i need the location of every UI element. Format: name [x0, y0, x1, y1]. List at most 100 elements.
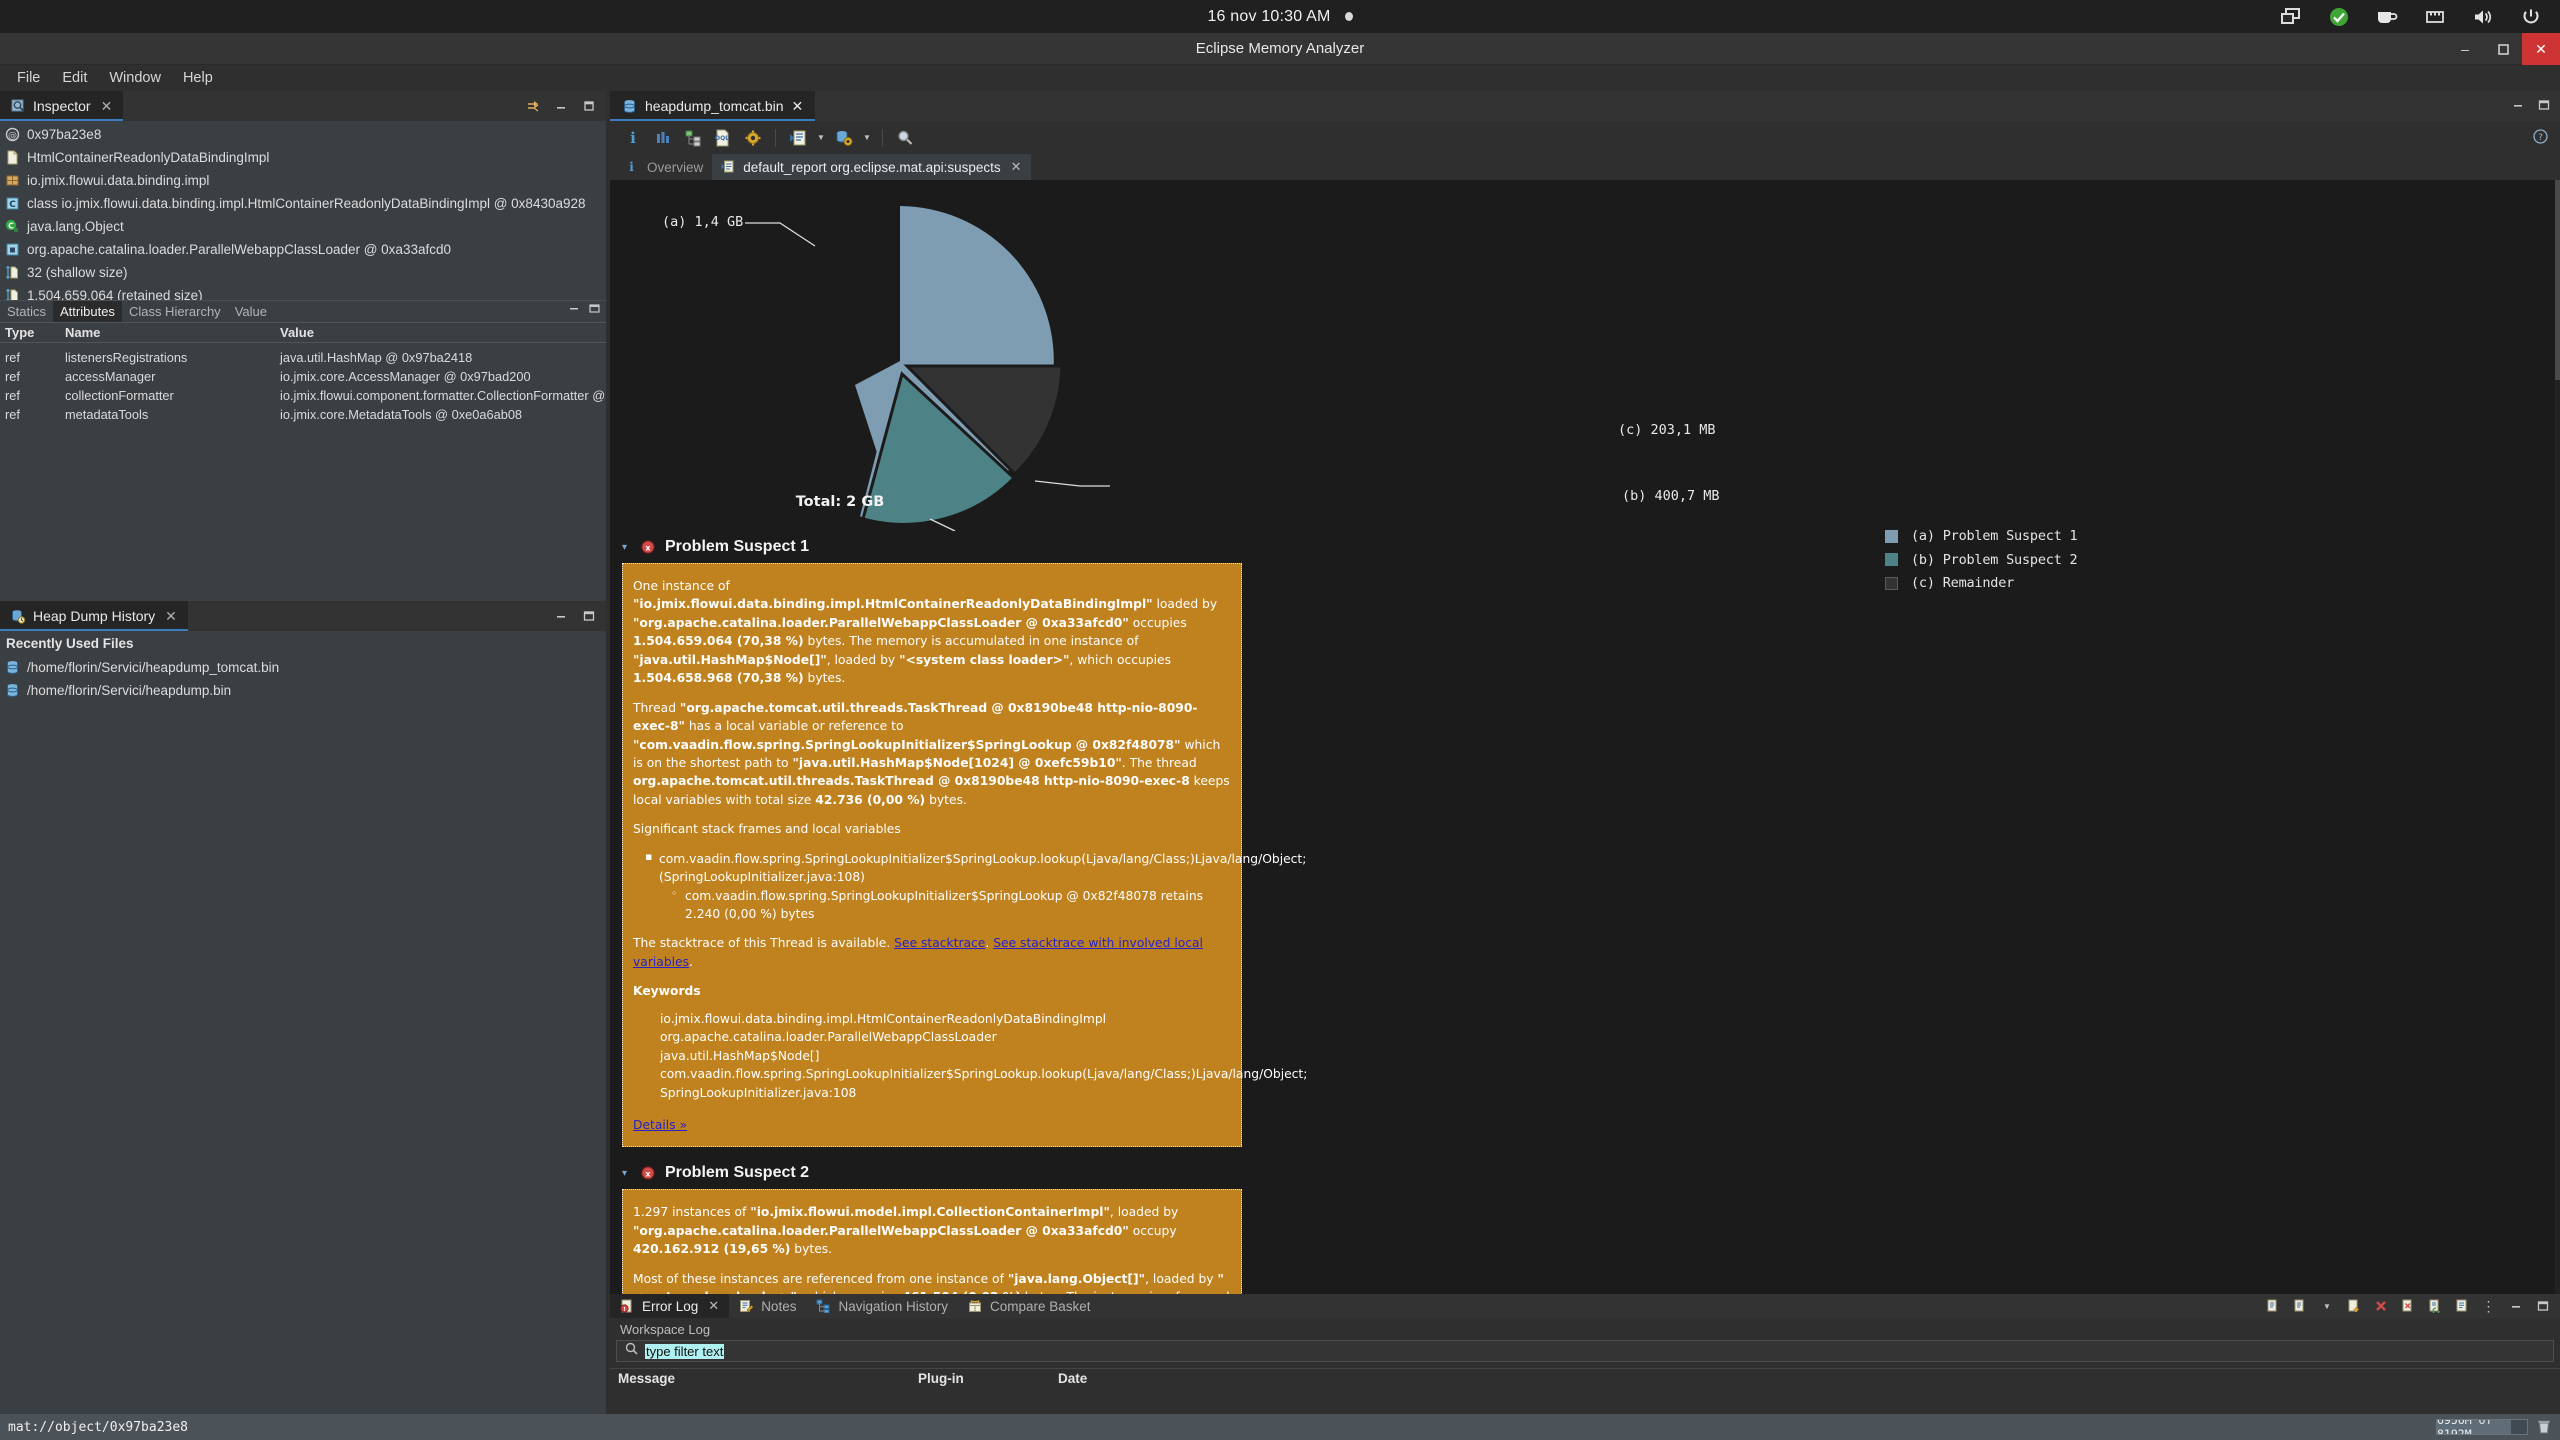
minimize-view-icon[interactable]	[569, 304, 580, 316]
table-row[interactable]: ref collectionFormatter io.jmix.flowui.c…	[0, 386, 606, 405]
new-icon[interactable]	[2346, 1298, 2362, 1314]
volume-icon[interactable]	[2472, 6, 2494, 28]
close-icon[interactable]: ✕	[708, 1298, 719, 1314]
list-item[interactable]: HtmlContainerReadonlyDataBindingImpl	[0, 146, 606, 169]
minimize-view-icon[interactable]	[2512, 99, 2524, 113]
link-editor-icon[interactable]	[525, 99, 540, 114]
tab-attributes[interactable]: Attributes	[53, 301, 122, 322]
list-item[interactable]: /home/florin/Servici/heapdump_tomcat.bin	[0, 656, 606, 679]
list-item-label: org.apache.catalina.loader.ParallelWebap…	[27, 242, 451, 257]
tab-default-report[interactable]: default_report org.eclipse.mat.api:suspe…	[712, 154, 1031, 180]
maximize-view-icon[interactable]	[581, 99, 596, 114]
display-icon[interactable]	[2280, 6, 2302, 28]
attributes-table[interactable]: Type Name Value ref listenersRegistratio…	[0, 322, 606, 424]
minimize-view-icon[interactable]	[2508, 1298, 2524, 1314]
clear-icon[interactable]	[2400, 1298, 2416, 1314]
menu-help[interactable]: Help	[172, 67, 224, 89]
inspector-tree[interactable]: @ 0x97ba23e8 HtmlContainerReadonlyDataBi…	[0, 121, 606, 300]
heap-dump-history-body[interactable]: Recently Used Files /home/florin/Servici…	[0, 631, 606, 1414]
close-button[interactable]: ✕	[2522, 33, 2560, 65]
properties-icon[interactable]	[2454, 1298, 2470, 1314]
list-item[interactable]: /home/florin/Servici/heapdump.bin	[0, 679, 606, 702]
tab-notes[interactable]: Notes	[729, 1294, 806, 1318]
os-clock[interactable]: 16 nov 10:30 AM	[0, 8, 2560, 26]
error-badge-icon: x	[641, 1166, 656, 1181]
table-row[interactable]: ref accessManager io.jmix.core.AccessMan…	[0, 367, 606, 386]
tab-navigation-history[interactable]: Navigation History	[806, 1294, 958, 1318]
export-icon[interactable]	[2265, 1298, 2281, 1314]
power-icon[interactable]	[2520, 6, 2542, 28]
list-item[interactable]: 32 (shallow size)	[0, 261, 606, 284]
collapse-arrow-icon[interactable]: ▾	[622, 542, 632, 553]
dropdown-arrow-icon-2[interactable]: ▼	[859, 125, 875, 151]
suspect-2-header[interactable]: ▾ x Problem Suspect 2	[610, 1157, 2560, 1189]
restore-icon[interactable]	[2427, 1298, 2443, 1314]
import-icon[interactable]	[2292, 1298, 2308, 1314]
menu-file[interactable]: File	[6, 67, 51, 89]
maximize-view-icon[interactable]	[2538, 99, 2550, 113]
close-icon[interactable]: ✕	[165, 608, 177, 625]
menu-edit[interactable]: Edit	[51, 67, 98, 89]
coffee-cup-icon[interactable]	[2376, 6, 2398, 28]
os-tray[interactable]	[2280, 6, 2542, 28]
heap-gear-icon[interactable]	[829, 125, 859, 151]
list-item[interactable]: io.jmix.flowui.data.binding.impl	[0, 169, 606, 192]
info-icon[interactable]: i	[618, 125, 648, 151]
maximize-view-icon[interactable]	[2535, 1298, 2551, 1314]
tab-value[interactable]: Value	[228, 301, 274, 322]
close-icon[interactable]: ✕	[101, 98, 113, 115]
minimize-button[interactable]: –	[2446, 33, 2484, 65]
gear-icon[interactable]	[738, 125, 768, 151]
list-item[interactable]: C java.lang.Object	[0, 215, 606, 238]
dropdown-arrow-icon[interactable]: ▼	[813, 125, 829, 151]
tab-inspector[interactable]: Inspector ✕	[0, 91, 124, 121]
tab-heapdump-tomcat[interactable]: heapdump_tomcat.bin ✕	[610, 91, 816, 121]
table-row[interactable]: ref metadataTools io.jmix.core.MetadataT…	[0, 405, 606, 424]
maximize-button[interactable]	[2484, 33, 2522, 65]
search-icon[interactable]	[890, 125, 920, 151]
close-icon[interactable]: ✕	[1011, 159, 1022, 175]
list-item[interactable]: org.apache.catalina.loader.ParallelWebap…	[0, 238, 606, 261]
list-item[interactable]: @ 0x97ba23e8	[0, 123, 606, 146]
list-item[interactable]: 1.504.659.064 (retained size)	[0, 284, 606, 300]
details-link[interactable]: Details »	[633, 1118, 687, 1132]
dropdown-icon[interactable]: ▼	[2319, 1298, 2335, 1314]
maximize-view-icon[interactable]	[589, 304, 600, 316]
maximize-view-icon[interactable]	[581, 609, 596, 624]
tab-error-log[interactable]: ! Error Log ✕	[610, 1294, 730, 1318]
menu-icon[interactable]: ⋮	[2481, 1298, 2497, 1314]
tab-overview[interactable]: i Overview	[616, 154, 712, 180]
tab-class-hierarchy[interactable]: Class Hierarchy	[122, 301, 228, 322]
menu-window[interactable]: Window	[98, 67, 172, 89]
delete-icon[interactable]	[2373, 1298, 2389, 1314]
tab-statics[interactable]: Statics	[0, 301, 53, 322]
list-item[interactable]: C class io.jmix.flowui.data.binding.impl…	[0, 192, 606, 215]
see-stacktrace-link[interactable]: See stacktrace	[894, 936, 985, 950]
minimize-view-icon[interactable]	[553, 609, 568, 624]
tab-compare-basket[interactable]: Compare Basket	[958, 1294, 1101, 1318]
check-circle-icon[interactable]	[2328, 6, 2350, 28]
histogram-icon[interactable]	[648, 125, 678, 151]
table-row[interactable]: ref listenersRegistrations java.util.Has…	[0, 348, 606, 367]
statusbar: mat://object/0x97ba23e8 6956M of 8192M	[0, 1414, 2560, 1440]
dominator-tree-icon[interactable]	[678, 125, 708, 151]
search-input[interactable]: type filter text	[616, 1340, 2554, 1362]
report-scrollbar-thumb[interactable]	[2555, 180, 2560, 380]
network-icon[interactable]	[2424, 6, 2446, 28]
report-scrollbar[interactable]	[2555, 180, 2560, 1294]
tab-heap-dump-history[interactable]: Heap Dump History ✕	[0, 601, 188, 631]
collapse-arrow-icon[interactable]: ▾	[622, 1168, 632, 1179]
suspect-1-header[interactable]: ▾ x Problem Suspect 1	[610, 531, 2560, 563]
minimize-view-icon[interactable]	[553, 99, 568, 114]
cell-value: io.jmix.flowui.component.formatter.Colle…	[280, 388, 606, 403]
close-icon[interactable]: ✕	[792, 98, 804, 115]
report-icon[interactable]	[783, 125, 813, 151]
trash-icon[interactable]	[2536, 1419, 2552, 1435]
memory-widget[interactable]: 6956M of 8192M	[2436, 1419, 2552, 1435]
memory-bar[interactable]: 6956M of 8192M	[2436, 1419, 2528, 1435]
cell-type: ref	[5, 388, 20, 403]
help-icon[interactable]: ?	[2533, 128, 2548, 147]
filter-input-value[interactable]: type filter text	[645, 1343, 725, 1359]
suspects-report[interactable]: (a) 1,4 GB (c) 203,1 MB (b) 400,7 MB Tot…	[610, 180, 2560, 1294]
oql-icon[interactable]: OQL	[708, 125, 738, 151]
